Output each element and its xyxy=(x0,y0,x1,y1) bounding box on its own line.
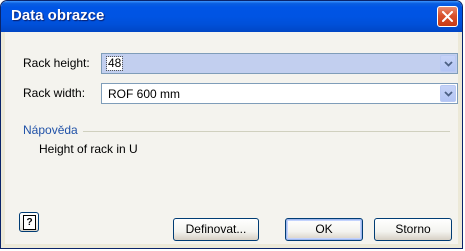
close-icon xyxy=(442,11,453,22)
help-icon: ? xyxy=(23,215,36,230)
help-button[interactable]: ? xyxy=(19,212,39,232)
help-divider xyxy=(83,131,450,132)
cancel-button[interactable]: Storno xyxy=(374,218,452,241)
rack-width-combobox[interactable]: ROF 600 mm xyxy=(101,83,458,104)
chevron-down-icon xyxy=(444,61,453,67)
help-description: Height of rack in U xyxy=(39,142,138,156)
rack-width-dropdown-button[interactable] xyxy=(440,85,456,102)
define-button[interactable]: Definovat... xyxy=(173,218,259,241)
rack-height-label: Rack height: xyxy=(23,56,90,70)
dialog-window: Data obrazce Rack height: 48 Rack width:… xyxy=(0,0,463,249)
rack-height-dropdown-button[interactable] xyxy=(440,55,456,72)
dialog-body: Rack height: 48 Rack width: ROF 600 mm N… xyxy=(5,32,458,244)
rack-height-value[interactable]: 48 xyxy=(105,56,124,71)
rack-width-value[interactable]: ROF 600 mm xyxy=(108,87,180,101)
ok-button[interactable]: OK xyxy=(285,218,363,241)
rack-width-label: Rack width: xyxy=(23,86,86,100)
chevron-down-icon xyxy=(444,91,453,97)
help-section-heading: Nápověda xyxy=(23,123,78,137)
window-title: Data obrazce xyxy=(11,7,105,24)
close-button[interactable] xyxy=(437,6,458,27)
rack-height-combobox[interactable]: 48 xyxy=(101,53,458,74)
title-bar[interactable]: Data obrazce xyxy=(1,1,462,32)
